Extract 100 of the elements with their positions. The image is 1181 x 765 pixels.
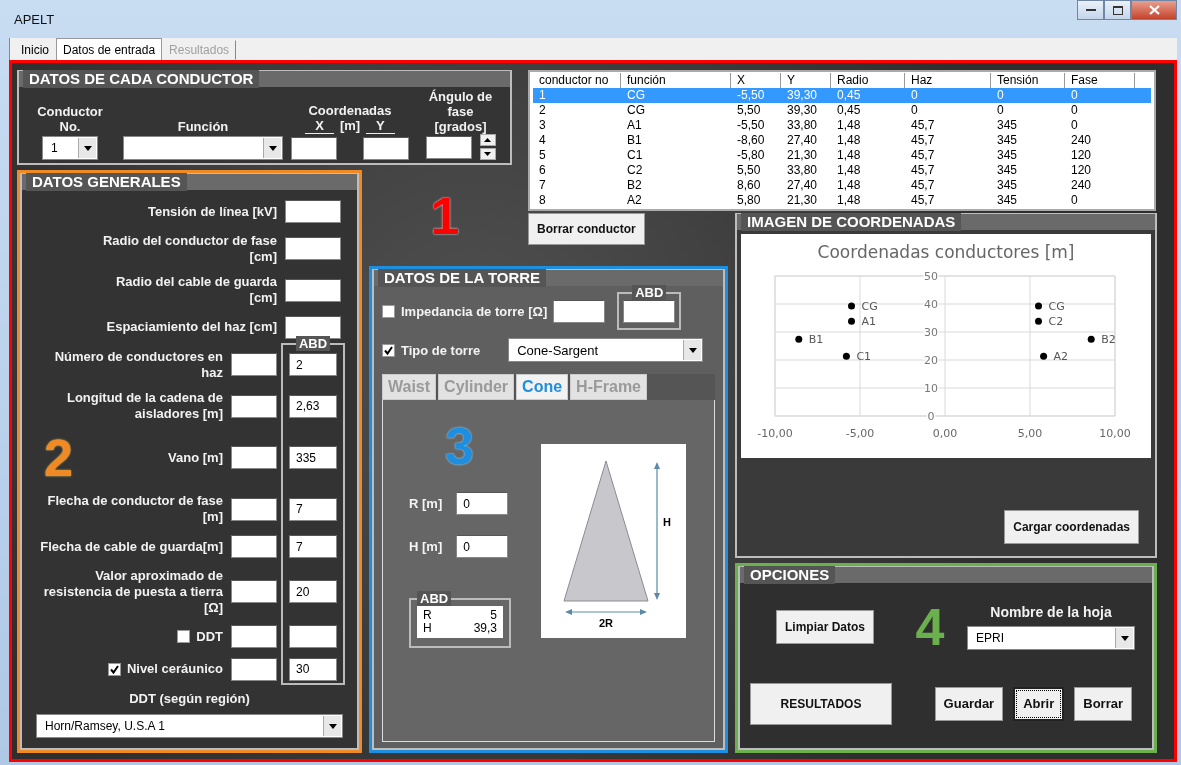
text-field[interactable] (231, 625, 277, 649)
table-row[interactable]: 4 B1 -8,60 27,40 1,48 45,7 345 240 (533, 133, 1151, 148)
text-field[interactable] (231, 353, 277, 376)
data-point (848, 302, 855, 310)
text-field[interactable]: 7 (289, 497, 337, 521)
spin-up-button[interactable] (479, 134, 496, 146)
text-field[interactable]: 0 (456, 492, 509, 515)
parameter-value: 39,3 (473, 622, 497, 635)
results-button[interactable]: RESULTADOS (750, 682, 892, 725)
table-cell-text: 39,30 (786, 103, 819, 118)
dropdown[interactable] (123, 136, 283, 160)
load-button[interactable]: Cargar coordenadas (1004, 510, 1139, 544)
table-row[interactable]: 8 A2 5,80 21,30 1,48 45,7 345 0 (533, 193, 1151, 208)
text-field[interactable] (285, 237, 341, 261)
checkbox[interactable] (177, 630, 191, 644)
text-field[interactable] (285, 200, 341, 223)
table-cell-text: 3 (538, 118, 547, 133)
table-row[interactable]: 7 B2 8,60 27,40 1,48 45,7 345 240 (533, 178, 1151, 193)
list-field[interactable]: R 5 H 39,3 (417, 606, 503, 638)
text-field[interactable] (291, 137, 337, 160)
text-field[interactable]: 335 (289, 446, 337, 470)
checkbox[interactable] (107, 662, 121, 676)
parameter-name: H (423, 622, 432, 635)
dropdown[interactable]: EPRI (967, 626, 1135, 651)
text-field[interactable] (553, 299, 606, 323)
text-field[interactable] (231, 497, 277, 521)
table-cell-text: B2 (626, 178, 643, 193)
tick-label: 0 (927, 410, 935, 423)
table-cell-text: 45,7 (910, 133, 936, 148)
down-arrow-icon (484, 152, 491, 156)
tick-label: 50 (924, 270, 938, 283)
tab[interactable]: Inicio (14, 40, 56, 60)
checkbox[interactable] (382, 304, 395, 318)
data-point (1035, 302, 1042, 310)
table-cell-text: 2 (538, 103, 547, 118)
table-cell-text: -8,60 (736, 133, 766, 148)
field-label: Y (366, 118, 395, 134)
text-field[interactable]: 2 (289, 353, 337, 376)
table-cell-text: 120 (1070, 148, 1093, 163)
text-field[interactable] (289, 625, 337, 649)
table-cell-text: 21,30 (786, 148, 819, 163)
tab[interactable]: Datos de entrada (56, 38, 163, 60)
tick-label: 10,00 (1099, 427, 1131, 440)
spin-down-button[interactable] (479, 148, 496, 160)
text-field[interactable]: 0 (456, 535, 509, 558)
tick-label: 30 (924, 326, 938, 339)
text-field[interactable] (285, 278, 341, 302)
table-cell-text: 0 (1070, 103, 1079, 118)
table-cell-text: -5,80 (736, 148, 766, 163)
table-row[interactable]: 3 A1 -5,50 33,80 1,48 45,7 345 0 (533, 118, 1151, 133)
text-field[interactable]: 20 (289, 580, 337, 604)
maximize-button[interactable] (1104, 0, 1131, 20)
checkbox[interactable] (382, 343, 395, 357)
text-field[interactable] (425, 135, 472, 159)
dropdown[interactable]: Horn/Ramsey, U.S.A 1 (36, 714, 343, 738)
field-label: Función (177, 119, 229, 134)
action-button[interactable]: Guardar (934, 686, 1004, 721)
text-field[interactable] (363, 137, 409, 160)
text-field[interactable]: 7 (289, 535, 337, 558)
table-cell-text: CG (626, 103, 646, 118)
field-label: DDT (según región) (129, 691, 250, 706)
text-field[interactable] (231, 535, 277, 558)
field-label: X (305, 118, 334, 134)
minimize-button[interactable] (1077, 0, 1104, 20)
action-button[interactable]: Borrar (1074, 686, 1132, 721)
text-field[interactable]: 30 (289, 657, 337, 681)
field-label: Conductor No. (36, 104, 104, 134)
point-label: CG (861, 299, 878, 313)
table-row[interactable]: 2 CG 5,50 39,30 0,45 0 0 0 (533, 103, 1151, 118)
table-cell-text: 33,80 (786, 163, 819, 178)
data-point (1087, 335, 1095, 343)
text-field[interactable] (231, 394, 277, 418)
point-label: C1 (856, 350, 872, 364)
maximize-icon (1112, 5, 1123, 15)
table-cell-text: -5,50 (736, 118, 766, 133)
text-field[interactable] (231, 657, 277, 681)
text-field[interactable] (231, 446, 277, 470)
table-cell-text: 7 (538, 178, 547, 193)
delete-button[interactable]: Borrar conductor (528, 213, 645, 245)
dropdown[interactable]: Cone-Sargent (508, 338, 704, 362)
dropdown[interactable]: 1 (42, 136, 98, 160)
field-label: Espaciamiento del haz [cm] (106, 319, 277, 336)
caret-icon (323, 716, 341, 736)
section-number: 3 (445, 420, 474, 472)
text-field[interactable] (285, 315, 341, 339)
text-field[interactable]: 2,63 (289, 394, 337, 418)
caret-icon (263, 138, 281, 158)
checkbox-label: Impedancia de torre [Ω] (401, 303, 548, 319)
clear-button[interactable]: Limpiar Datos (776, 610, 874, 645)
table-row[interactable]: 6 C2 5,50 33,80 1,48 45,7 345 120 (533, 163, 1151, 178)
text-field[interactable] (623, 300, 676, 323)
table-cell-text: 45,7 (910, 178, 936, 193)
table-cell-text: -5,50 (736, 88, 766, 103)
table-cell-text: 5,50 (736, 103, 762, 118)
tick-label: 5,00 (1017, 427, 1043, 440)
caret-icon (78, 138, 96, 158)
action-button[interactable]: Abrir (1013, 686, 1065, 721)
table-row[interactable]: 5 C1 -5,80 21,30 1,48 45,7 345 120 (533, 148, 1151, 163)
close-button[interactable] (1131, 0, 1177, 20)
text-field[interactable] (231, 580, 277, 604)
